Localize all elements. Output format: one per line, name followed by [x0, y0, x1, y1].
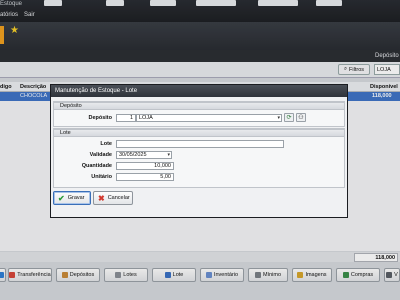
binoculars-icon: ⚇ [298, 115, 304, 121]
validade-value: 30/05/2025 [119, 152, 147, 158]
close-icon: ✖ [98, 193, 105, 203]
deposito-name-value: LOJA [139, 115, 153, 121]
lote-label: Lote [100, 141, 112, 147]
deposito-section: Depósito Depósito 1 LOJA ▾ ⟳ ⚇ [53, 101, 345, 127]
search-icon: ⟳ [286, 115, 292, 121]
chevron-down-icon: ▾ [277, 115, 280, 121]
section-header-lote: Lote [54, 129, 344, 137]
lote-dialog: Manutenção de Estoque - Lote Depósito De… [50, 84, 348, 218]
search-deposito-button[interactable]: ⟳ [284, 113, 294, 122]
unitario-field[interactable]: 5,00 [116, 173, 174, 181]
binoculars-button[interactable]: ⚇ [296, 113, 306, 122]
validade-field[interactable]: 30/05/2025 ▾ [116, 151, 172, 159]
dialog-title: Manutenção de Estoque - Lote [51, 85, 347, 97]
deposito-code-field[interactable]: 1 [116, 114, 136, 122]
deposito-label: Depósito [88, 115, 112, 121]
calendar-dropdown-icon: ▾ [167, 152, 170, 158]
dialog-button-row: ✔ Gravar ✖ Cancelar [53, 191, 345, 209]
cancel-button[interactable]: ✖ Cancelar [93, 191, 133, 205]
save-button[interactable]: ✔ Gravar [53, 191, 91, 205]
lote-field[interactable] [116, 140, 284, 148]
section-header-deposito: Depósito [54, 102, 344, 110]
validade-label: Validade [89, 152, 112, 158]
quantidade-label: Quantidade [81, 163, 112, 169]
unitario-label: Unitário [91, 174, 112, 180]
lote-section: Lote Lote Validade 30/05/2025 ▾ Quantida… [53, 128, 345, 188]
deposito-name-select[interactable]: LOJA ▾ [136, 114, 282, 122]
checkmark-icon: ✔ [58, 193, 65, 203]
quantidade-field[interactable]: 10,000 [116, 162, 174, 170]
